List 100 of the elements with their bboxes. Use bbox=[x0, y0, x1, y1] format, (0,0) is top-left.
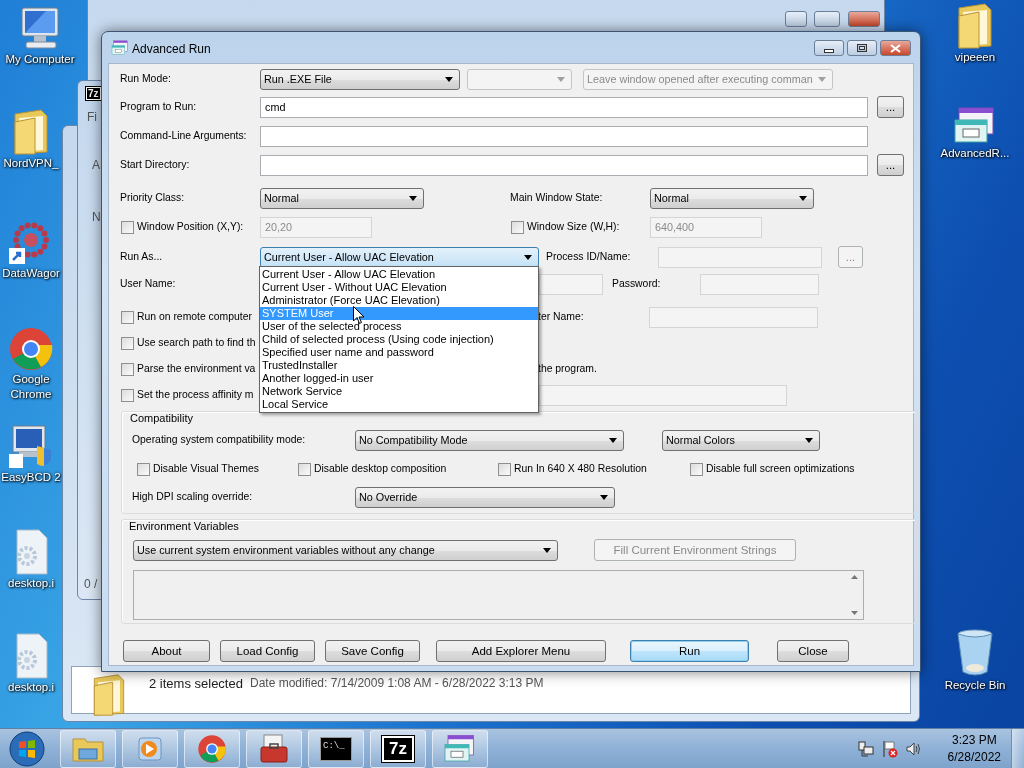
dropdown[interactable]: Normal Colors bbox=[662, 429, 820, 451]
window-icon bbox=[443, 733, 477, 764]
push-button[interactable]: ... bbox=[877, 154, 904, 176]
push-button[interactable]: ... bbox=[877, 96, 904, 118]
caret-icon bbox=[609, 437, 617, 443]
icon-label[interactable]: AdvancedR... bbox=[940, 146, 1010, 161]
desktop-icon[interactable] bbox=[953, 106, 997, 146]
clock-date: 6/28/2022 bbox=[947, 748, 1001, 766]
checkbox[interactable] bbox=[298, 462, 311, 476]
close-button[interactable] bbox=[848, 11, 880, 27]
checkbox[interactable] bbox=[121, 336, 134, 350]
dropdown-option[interactable]: Another logged-in user bbox=[260, 372, 538, 385]
dropdown[interactable]: Normal bbox=[650, 187, 814, 209]
push-button[interactable]: Close bbox=[777, 640, 849, 662]
dropdown[interactable]: Use current system environment variables without any change bbox=[133, 539, 558, 561]
desktop-icon[interactable] bbox=[8, 326, 54, 372]
icon-label[interactable]: vipeeen bbox=[954, 50, 996, 65]
minimize-button[interactable] bbox=[814, 40, 844, 56]
flag-icon[interactable] bbox=[881, 739, 898, 758]
text-field[interactable] bbox=[260, 125, 868, 147]
dropdown-option[interactable]: Current User - Without UAC Elevation bbox=[260, 281, 538, 294]
push-button[interactable]: Add Explorer Menu bbox=[436, 640, 606, 662]
maximize-button[interactable] bbox=[847, 40, 877, 56]
desktop-icon[interactable] bbox=[955, 2, 995, 50]
checkbox[interactable] bbox=[121, 362, 134, 376]
dropdown-option[interactable]: User of the selected process bbox=[260, 320, 538, 333]
caret-icon bbox=[557, 76, 565, 82]
field-label: High DPI scaling override: bbox=[132, 490, 254, 504]
push-button[interactable]: About bbox=[123, 640, 210, 662]
app-icon[interactable] bbox=[111, 40, 129, 56]
field-label: ter Name: bbox=[538, 310, 585, 324]
checkbox[interactable] bbox=[511, 220, 524, 234]
checkbox-label: Disable full screen optimizations bbox=[706, 462, 855, 476]
dropdown-option[interactable]: TrustedInstaller bbox=[260, 359, 538, 372]
text-field[interactable]: cmd bbox=[260, 96, 868, 118]
scroll-up-icon[interactable] bbox=[851, 575, 858, 579]
dropdown-option[interactable]: Specified user name and password bbox=[260, 346, 538, 359]
field-label: Program to Run: bbox=[120, 100, 198, 114]
caret-icon bbox=[799, 195, 807, 201]
push-button[interactable]: Save Config bbox=[325, 640, 420, 662]
checkbox[interactable] bbox=[137, 462, 150, 476]
checkbox-label: Run In 640 X 480 Resolution bbox=[514, 462, 647, 476]
desktop-icon[interactable] bbox=[955, 628, 995, 678]
push-button[interactable]: Run bbox=[630, 640, 749, 662]
taskbar-button[interactable]: 7z bbox=[370, 729, 426, 768]
checkbox-label: Parse the environment va bbox=[137, 362, 256, 376]
taskbar-button[interactable] bbox=[184, 729, 240, 768]
desktop-icon[interactable] bbox=[11, 108, 51, 156]
show-desktop-button[interactable] bbox=[1011, 728, 1024, 768]
window-text: N bbox=[92, 209, 101, 226]
checkbox[interactable] bbox=[690, 462, 703, 476]
field-label: Priority Class: bbox=[120, 191, 186, 205]
caret-icon bbox=[445, 76, 453, 82]
taskbar-button[interactable]: C:\_ bbox=[308, 729, 364, 768]
scroll-down-icon[interactable] bbox=[851, 611, 858, 615]
window-text: A bbox=[92, 157, 100, 174]
close-icon bbox=[890, 44, 901, 53]
checkbox-label: Disable Visual Themes bbox=[153, 462, 259, 476]
dropdown-option[interactable]: Child of selected process (Using code injection) bbox=[260, 333, 538, 346]
dropdown[interactable]: Current User - Allow UAC Elevation bbox=[260, 246, 539, 268]
chrome-icon[interactable] bbox=[197, 733, 227, 764]
checkbox-label: Disable desktop composition bbox=[314, 462, 447, 476]
field-label: Run Mode: bbox=[120, 72, 172, 86]
dropdown[interactable]: No Compatibility Mode bbox=[355, 429, 624, 451]
icon-label[interactable]: Recycle Bin bbox=[944, 678, 1006, 693]
dropdown[interactable]: No Override bbox=[355, 486, 615, 508]
group-label: Compatibility bbox=[129, 412, 193, 425]
caret-icon bbox=[600, 494, 608, 500]
taskbar-button[interactable] bbox=[432, 729, 488, 768]
cmd-icon: C:\_ bbox=[320, 736, 352, 761]
icon-label[interactable]: My Computer bbox=[5, 52, 75, 67]
field-label: Main Window State: bbox=[510, 191, 604, 205]
minimize-icon bbox=[824, 49, 834, 53]
checkbox[interactable] bbox=[121, 310, 134, 324]
text-field[interactable] bbox=[260, 154, 868, 176]
group-label: Environment Variables bbox=[128, 520, 239, 533]
window-text: Fi bbox=[87, 109, 97, 126]
volume-icon[interactable] bbox=[905, 740, 922, 757]
checkbox[interactable] bbox=[498, 462, 511, 476]
checkbox-label: Set the process affinity m bbox=[137, 388, 254, 402]
checkbox[interactable] bbox=[121, 220, 134, 234]
field-label: Run As... bbox=[120, 250, 164, 264]
push-button[interactable]: Load Config bbox=[220, 640, 315, 662]
dropdown-option[interactable]: Local Service bbox=[260, 398, 538, 411]
dropdown-option[interactable]: Administrator (Force UAC Elevation) bbox=[260, 294, 538, 307]
taskbar-button[interactable] bbox=[60, 729, 116, 768]
checkbox[interactable] bbox=[121, 388, 134, 402]
archive-icon: 7z bbox=[382, 735, 414, 762]
taskbar-button[interactable] bbox=[246, 729, 302, 768]
dropdown-option[interactable]: Current User - Allow UAC Elevation bbox=[260, 268, 538, 281]
network-icon[interactable] bbox=[857, 740, 874, 757]
dropdown[interactable]: Normal bbox=[260, 187, 424, 209]
dropdown[interactable]: Run .EXE File bbox=[260, 68, 460, 90]
start-button[interactable] bbox=[8, 729, 46, 768]
text-area[interactable] bbox=[133, 570, 864, 620]
icon-label[interactable]: NordVPN_ bbox=[3, 156, 59, 171]
dropdown-option[interactable]: Network Service bbox=[260, 385, 538, 398]
close-button[interactable] bbox=[880, 40, 911, 56]
field-label: Process ID/Name: bbox=[546, 250, 632, 264]
app-icon: 7z bbox=[86, 87, 101, 100]
